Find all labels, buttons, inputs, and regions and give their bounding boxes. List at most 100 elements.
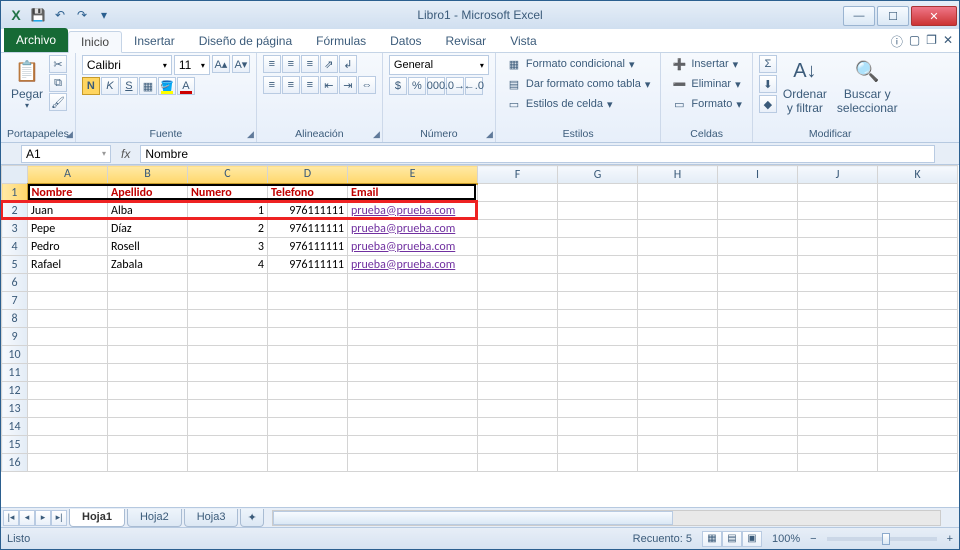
cell-C7[interactable]	[188, 292, 268, 310]
cell-I3[interactable]	[718, 220, 798, 238]
cell-K6[interactable]	[878, 274, 958, 292]
wrap-text-icon[interactable]: ↲	[339, 55, 357, 73]
cell-H6[interactable]	[638, 274, 718, 292]
maximize-button[interactable]: ☐	[877, 6, 909, 26]
worksheet[interactable]: ABCDEFGHIJK1NombreApellidoNumeroTelefono…	[1, 165, 959, 507]
cell-A5[interactable]: Rafael	[28, 256, 108, 274]
cell-I6[interactable]	[718, 274, 798, 292]
save-icon[interactable]: 💾	[29, 6, 47, 24]
cell-E9[interactable]	[348, 328, 478, 346]
cell-I8[interactable]	[718, 310, 798, 328]
cell-C8[interactable]	[188, 310, 268, 328]
shrink-font-icon[interactable]: A▾	[232, 55, 250, 73]
cell-H12[interactable]	[638, 382, 718, 400]
cell-J2[interactable]	[798, 202, 878, 220]
cell-F5[interactable]	[478, 256, 558, 274]
cell-A10[interactable]	[28, 346, 108, 364]
cell-F15[interactable]	[478, 436, 558, 454]
cell-K10[interactable]	[878, 346, 958, 364]
cell-E4[interactable]: prueba@prueba.com	[348, 238, 478, 256]
cell-G3[interactable]	[558, 220, 638, 238]
view-page-layout-icon[interactable]: ▤	[722, 531, 742, 547]
col-header-H[interactable]: H	[638, 166, 718, 184]
underline-button[interactable]: S	[120, 77, 138, 95]
cell-F14[interactable]	[478, 418, 558, 436]
cell-A14[interactable]	[28, 418, 108, 436]
zoom-slider[interactable]	[827, 537, 937, 541]
currency-icon[interactable]: $	[389, 77, 407, 95]
name-box[interactable]: A1▾	[21, 145, 111, 163]
number-dialog-launcher[interactable]: ◢	[486, 129, 493, 140]
cell-B8[interactable]	[108, 310, 188, 328]
cell-K14[interactable]	[878, 418, 958, 436]
cell-D8[interactable]	[268, 310, 348, 328]
cell-K11[interactable]	[878, 364, 958, 382]
cell-I13[interactable]	[718, 400, 798, 418]
cell-A8[interactable]	[28, 310, 108, 328]
col-header-C[interactable]: C	[188, 166, 268, 184]
cell-K12[interactable]	[878, 382, 958, 400]
format-button[interactable]: ▭Formato ▾	[667, 95, 746, 113]
cell-D1[interactable]: Telefono	[268, 184, 348, 202]
cell-C1[interactable]: Numero	[188, 184, 268, 202]
cell-J16[interactable]	[798, 454, 878, 472]
cell-E8[interactable]	[348, 310, 478, 328]
cell-G15[interactable]	[558, 436, 638, 454]
italic-button[interactable]: K	[101, 77, 119, 95]
format-painter-icon[interactable]: 🖌	[49, 93, 67, 111]
cell-K9[interactable]	[878, 328, 958, 346]
cell-I1[interactable]	[718, 184, 798, 202]
cell-D13[interactable]	[268, 400, 348, 418]
cell-F12[interactable]	[478, 382, 558, 400]
cell-H14[interactable]	[638, 418, 718, 436]
cell-A16[interactable]	[28, 454, 108, 472]
formula-input[interactable]: Nombre	[140, 145, 935, 163]
cell-G2[interactable]	[558, 202, 638, 220]
row-header-12[interactable]: 12	[2, 382, 28, 400]
cell-A7[interactable]	[28, 292, 108, 310]
cell-C14[interactable]	[188, 418, 268, 436]
cell-J10[interactable]	[798, 346, 878, 364]
row-header-11[interactable]: 11	[2, 364, 28, 382]
cell-F9[interactable]	[478, 328, 558, 346]
font-size-combo[interactable]: 11▾	[174, 55, 210, 75]
cell-J9[interactable]	[798, 328, 878, 346]
cell-B14[interactable]	[108, 418, 188, 436]
cell-G1[interactable]	[558, 184, 638, 202]
cell-J7[interactable]	[798, 292, 878, 310]
qat-customize-icon[interactable]: ▾	[95, 6, 113, 24]
cell-A1[interactable]: Nombre	[28, 184, 108, 202]
cell-E2[interactable]: prueba@prueba.com	[348, 202, 478, 220]
cell-H2[interactable]	[638, 202, 718, 220]
row-header-14[interactable]: 14	[2, 418, 28, 436]
zoom-in-icon[interactable]: +	[947, 533, 953, 545]
cell-A6[interactable]	[28, 274, 108, 292]
col-header-I[interactable]: I	[718, 166, 798, 184]
cell-K13[interactable]	[878, 400, 958, 418]
cell-K16[interactable]	[878, 454, 958, 472]
new-sheet-button[interactable]: ✦	[240, 509, 263, 527]
cell-C15[interactable]	[188, 436, 268, 454]
cell-I5[interactable]	[718, 256, 798, 274]
cell-G8[interactable]	[558, 310, 638, 328]
cell-K7[interactable]	[878, 292, 958, 310]
copy-icon[interactable]: ⧉	[49, 74, 67, 92]
cell-F3[interactable]	[478, 220, 558, 238]
merge-icon[interactable]: ⇔	[358, 76, 376, 94]
percent-icon[interactable]: %	[408, 77, 426, 95]
col-header-J[interactable]: J	[798, 166, 878, 184]
cell-F11[interactable]	[478, 364, 558, 382]
cell-F10[interactable]	[478, 346, 558, 364]
sort-filter-button[interactable]: A↓ Ordenar y filtrar	[779, 55, 831, 117]
cell-J15[interactable]	[798, 436, 878, 454]
cell-H7[interactable]	[638, 292, 718, 310]
cell-F1[interactable]	[478, 184, 558, 202]
cell-F6[interactable]	[478, 274, 558, 292]
cell-H16[interactable]	[638, 454, 718, 472]
sheet-nav-last[interactable]: ▸|	[51, 510, 67, 526]
cell-H11[interactable]	[638, 364, 718, 382]
cell-F16[interactable]	[478, 454, 558, 472]
cell-J13[interactable]	[798, 400, 878, 418]
cell-H3[interactable]	[638, 220, 718, 238]
cell-E15[interactable]	[348, 436, 478, 454]
